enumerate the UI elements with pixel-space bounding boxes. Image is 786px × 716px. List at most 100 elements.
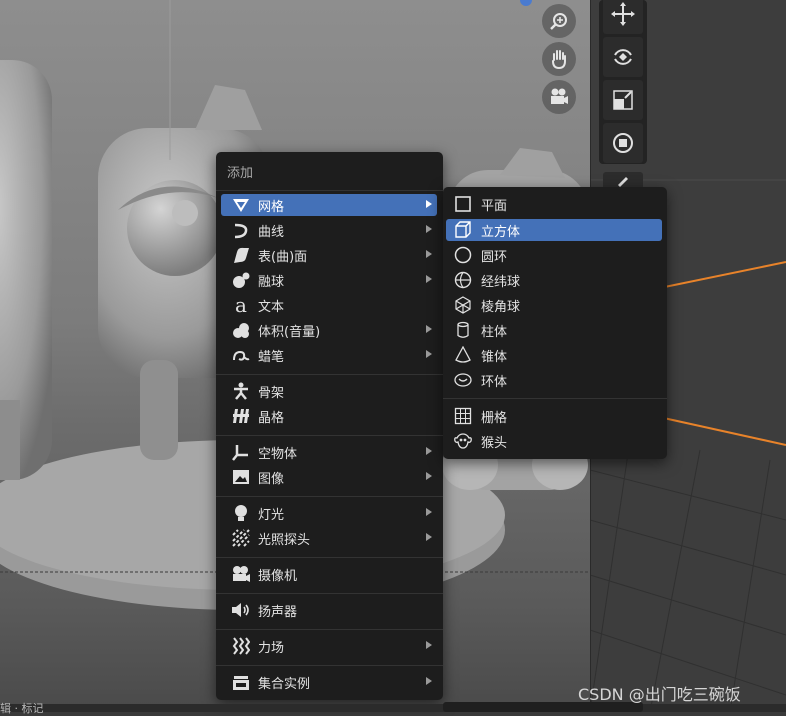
cone-icon xyxy=(455,346,471,363)
submenu-item-plane[interactable]: 平面 xyxy=(446,193,662,215)
zoom-button[interactable] xyxy=(542,4,576,38)
menu-divider xyxy=(216,496,443,497)
surface-icon xyxy=(234,247,249,263)
pan-hand-icon xyxy=(552,50,566,70)
submenu-item-grid[interactable]: 栅格 xyxy=(446,405,662,427)
submenu-item-cone[interactable]: 锥体 xyxy=(446,344,662,366)
menu-item-image[interactable]: 图像 xyxy=(221,466,437,488)
submenu-arrow-icon xyxy=(426,225,432,233)
menu-item-label: 体积(音量) xyxy=(258,324,321,340)
menu-divider xyxy=(216,190,443,191)
menu-divider xyxy=(216,629,443,630)
scale-tool-button[interactable] xyxy=(603,80,643,120)
menu-divider xyxy=(216,557,443,558)
submenu-arrow-icon xyxy=(426,325,432,333)
menu-item-volume[interactable]: 体积(音量) xyxy=(221,319,437,341)
submenu-item-cube[interactable]: 立方体 xyxy=(446,219,662,241)
grid-icon xyxy=(454,407,472,425)
menu-item-empty[interactable]: 空物体 xyxy=(221,441,437,463)
submenu-item-label: 平面 xyxy=(481,198,508,214)
curve-icon xyxy=(234,223,248,239)
camera-view-button[interactable] xyxy=(542,80,576,114)
rotate-tool-button[interactable] xyxy=(603,37,643,77)
move-tool-button[interactable] xyxy=(603,0,643,34)
mesh-icon xyxy=(233,199,249,212)
menu-item-label: 文本 xyxy=(258,299,285,315)
submenu-item-monkey[interactable]: 猴头 xyxy=(446,430,662,452)
menu-item-armature[interactable]: 骨架 xyxy=(221,380,437,402)
cylinder-icon xyxy=(457,321,469,338)
submenu-item-uv-sphere[interactable]: 经纬球 xyxy=(446,269,662,291)
empty-icon xyxy=(232,445,248,461)
submenu-item-label: 环体 xyxy=(481,374,508,390)
add-menu: 添加 网格 曲线 表(曲)面 融球 a 文本 体积(音量) 蜡笔 骨架 晶格 空… xyxy=(216,152,443,700)
submenu-arrow-icon xyxy=(426,250,432,258)
ico-sphere-icon xyxy=(455,296,471,314)
move-icon xyxy=(611,2,635,26)
menu-item-text[interactable]: a 文本 xyxy=(221,293,437,317)
camera-icon xyxy=(233,566,250,582)
menu-item-metaball[interactable]: 融球 xyxy=(221,269,437,291)
menu-item-force-field[interactable]: 力场 xyxy=(221,635,437,657)
zoom-icon xyxy=(550,13,567,30)
transform-icon xyxy=(613,133,633,153)
menu-item-label: 晶格 xyxy=(258,410,285,426)
menu-item-mesh[interactable]: 网格 xyxy=(221,194,437,216)
menu-item-label: 扬声器 xyxy=(258,604,298,620)
transform-tool-button[interactable] xyxy=(603,123,643,163)
submenu-item-ico-sphere[interactable]: 棱角球 xyxy=(446,294,662,316)
menu-item-label: 网格 xyxy=(258,199,285,215)
scale-icon xyxy=(613,90,633,110)
metaball-icon xyxy=(233,272,250,288)
submenu-item-label: 栅格 xyxy=(481,410,508,426)
submenu-arrow-icon xyxy=(426,677,432,685)
uv-sphere-icon xyxy=(454,271,472,289)
force-field-icon xyxy=(232,637,250,655)
submenu-item-torus[interactable]: 环体 xyxy=(446,369,662,391)
camera-view-icon xyxy=(551,88,568,104)
tool-column xyxy=(599,0,647,164)
status-text: 辑 · 标记 xyxy=(0,702,44,715)
menu-item-label: 空物体 xyxy=(258,446,298,462)
submenu-item-circle[interactable]: 圆环 xyxy=(446,244,662,266)
text-icon: a xyxy=(235,293,247,317)
pan-button[interactable] xyxy=(542,42,576,76)
menu-item-label: 曲线 xyxy=(258,224,285,240)
submenu-divider xyxy=(443,398,667,399)
submenu-item-label: 经纬球 xyxy=(481,274,521,290)
menu-item-label: 光照探头 xyxy=(258,532,311,548)
annotate-tool-button[interactable] xyxy=(603,172,643,188)
menu-item-lattice[interactable]: 晶格 xyxy=(221,405,437,427)
mesh-submenu: 平面 立方体 圆环 经纬球 棱角球 柱体 锥体 环体 栅格 猴头 xyxy=(443,187,667,459)
menu-item-light-probe[interactable]: 光照探头 xyxy=(221,527,437,549)
menu-item-label: 蜡笔 xyxy=(258,349,285,365)
submenu-item-label: 立方体 xyxy=(481,224,521,240)
submenu-item-label: 棱角球 xyxy=(481,299,521,315)
menu-item-surface[interactable]: 表(曲)面 xyxy=(221,244,437,266)
menu-item-collection-instance[interactable]: 集合实例 xyxy=(221,671,437,693)
image-icon xyxy=(233,470,249,484)
rotate-icon xyxy=(614,49,632,65)
menu-item-light[interactable]: 灯光 xyxy=(221,502,437,524)
menu-item-curve[interactable]: 曲线 xyxy=(221,219,437,241)
submenu-arrow-icon xyxy=(426,472,432,480)
menu-divider xyxy=(216,435,443,436)
menu-item-speaker[interactable]: 扬声器 xyxy=(221,599,437,621)
menu-item-label: 力场 xyxy=(258,640,285,656)
submenu-arrow-icon xyxy=(426,533,432,541)
menu-item-camera[interactable]: 摄像机 xyxy=(221,563,437,585)
submenu-arrow-icon xyxy=(426,275,432,283)
watermark: CSDN @出门吃三碗饭 xyxy=(578,685,741,704)
grease-pencil-icon xyxy=(233,350,250,361)
submenu-arrow-icon xyxy=(426,447,432,455)
submenu-item-cylinder[interactable]: 柱体 xyxy=(446,319,662,341)
light-icon xyxy=(235,505,247,521)
submenu-item-label: 圆环 xyxy=(481,249,508,265)
menu-item-label: 图像 xyxy=(258,471,285,487)
collection-instance-icon xyxy=(233,676,249,690)
menu-item-grease-pencil[interactable]: 蜡笔 xyxy=(221,344,437,366)
lattice-icon xyxy=(233,409,249,423)
speaker-icon xyxy=(232,603,249,617)
submenu-arrow-icon xyxy=(426,200,432,208)
cube-icon xyxy=(455,221,471,238)
